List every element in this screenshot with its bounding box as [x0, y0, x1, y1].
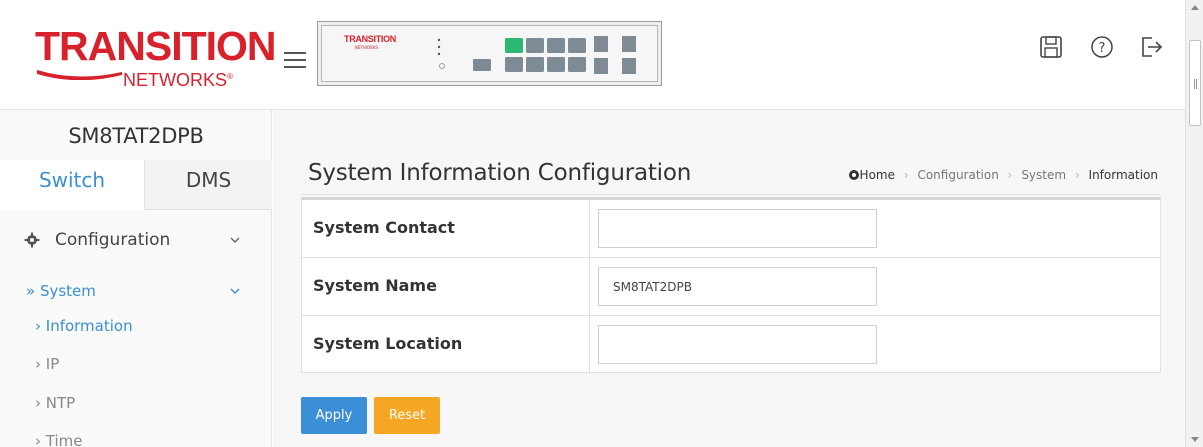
help-icon[interactable]: ? — [1089, 34, 1115, 60]
sidebar-item-label: › Time — [35, 432, 83, 447]
sidebar-item-label: Configuration — [55, 230, 171, 250]
sidebar-item-ip[interactable]: › IP — [0, 351, 272, 377]
header-actions: ? — [985, 34, 1185, 64]
logo-swoosh-icon — [37, 70, 122, 80]
device-ports — [437, 36, 636, 74]
field-label: System Name — [313, 276, 437, 295]
breadcrumb-home[interactable]: Home — [848, 168, 899, 182]
field-label: System Location — [313, 334, 463, 353]
scroll-up-icon[interactable] — [1191, 5, 1199, 10]
ethernet-port-icon — [526, 57, 544, 72]
sfp-port-icon — [594, 36, 608, 52]
sidebar: SM8TAT2DPB Switch DMS Configuration » Sy… — [0, 110, 272, 447]
sidebar-item-system[interactable]: » System — [0, 277, 272, 307]
ethernet-port-icon — [505, 38, 523, 53]
device-name: SM8TAT2DPB — [68, 124, 204, 148]
sfp-port-icon — [622, 36, 636, 52]
sfp-port-icon — [594, 58, 608, 74]
sidebar-item-time[interactable]: › Time — [0, 428, 272, 447]
breadcrumb-current: Information — [1088, 168, 1158, 182]
system-info-form: System Contact System Name System Locati… — [301, 197, 1161, 374]
page-scrollbar[interactable] — [1185, 0, 1203, 447]
breadcrumb-separator: › — [903, 168, 909, 182]
sidebar-item-label: » System — [26, 282, 96, 300]
sidebar-tabs: Switch DMS — [0, 160, 272, 210]
scroll-down-icon[interactable] — [1191, 437, 1199, 442]
ethernet-port-icon — [568, 57, 586, 72]
system-name-field[interactable] — [598, 267, 877, 306]
form-row-contact: System Contact — [302, 200, 1160, 258]
main-content: System Information Configuration Home › … — [273, 110, 1185, 447]
chevron-down-icon — [230, 237, 240, 243]
field-label: System Contact — [313, 218, 455, 237]
logo-wordmark-top: TRANSITION — [35, 23, 277, 69]
ethernet-port-icon — [547, 57, 565, 72]
sidebar-item-information[interactable]: › Information — [0, 313, 272, 339]
sidebar-item-label: › IP — [35, 355, 60, 373]
breadcrumb-system[interactable]: System — [1021, 168, 1066, 182]
ethernet-port-icon — [505, 57, 523, 72]
system-location-field[interactable] — [598, 325, 877, 364]
sidebar-item-configuration[interactable]: Configuration — [0, 226, 272, 256]
scroll-thumb[interactable] — [1189, 40, 1201, 126]
app-root: TRANSITION NETWORKS® TRANSITION NETWORKS — [0, 0, 1203, 447]
title-divider — [300, 194, 1160, 195]
sfp-port-icon — [622, 58, 636, 74]
console-port-icon — [473, 59, 491, 71]
ethernet-port-icon — [526, 38, 544, 53]
form-row-name: System Name — [302, 258, 1160, 316]
save-icon[interactable] — [1038, 34, 1064, 60]
tab-switch[interactable]: Switch — [0, 160, 145, 210]
ethernet-port-icon — [547, 38, 565, 53]
logo-wordmark-bottom: NETWORKS® — [123, 70, 233, 90]
sidebar-item-label: › NTP — [35, 394, 76, 412]
top-header: TRANSITION NETWORKS® TRANSITION NETWORKS — [0, 0, 1185, 110]
apply-button[interactable]: Apply — [301, 397, 367, 434]
led-icon — [437, 52, 441, 56]
tab-dms[interactable]: DMS — [145, 160, 272, 210]
home-icon — [848, 170, 859, 180]
breadcrumb-configuration[interactable]: Configuration — [917, 168, 998, 182]
logout-icon[interactable] — [1138, 34, 1164, 60]
form-row-location: System Location — [302, 316, 1160, 374]
breadcrumb-separator: › — [1007, 168, 1013, 182]
breadcrumb-separator: › — [1074, 168, 1080, 182]
page-title: System Information Configuration — [308, 160, 692, 186]
sidebar-item-ntp[interactable]: › NTP — [0, 390, 272, 416]
gear-icon — [24, 232, 40, 248]
chevron-down-icon — [230, 288, 240, 294]
system-contact-field[interactable] — [598, 209, 877, 248]
brand-logo: TRANSITION NETWORKS® — [35, 24, 277, 90]
svg-text:?: ? — [1099, 41, 1106, 56]
breadcrumb: Home › Configuration › System › Informat… — [848, 168, 1158, 182]
led-icon — [437, 45, 441, 49]
reset-pin-icon — [439, 63, 445, 69]
led-icon — [437, 38, 441, 42]
device-panel-image: TRANSITION NETWORKS — [317, 21, 662, 86]
reset-button[interactable]: Reset — [374, 397, 440, 434]
sidebar-item-label: › Information — [35, 317, 133, 335]
ethernet-port-icon — [568, 38, 586, 53]
menu-toggle-icon[interactable] — [284, 52, 306, 70]
